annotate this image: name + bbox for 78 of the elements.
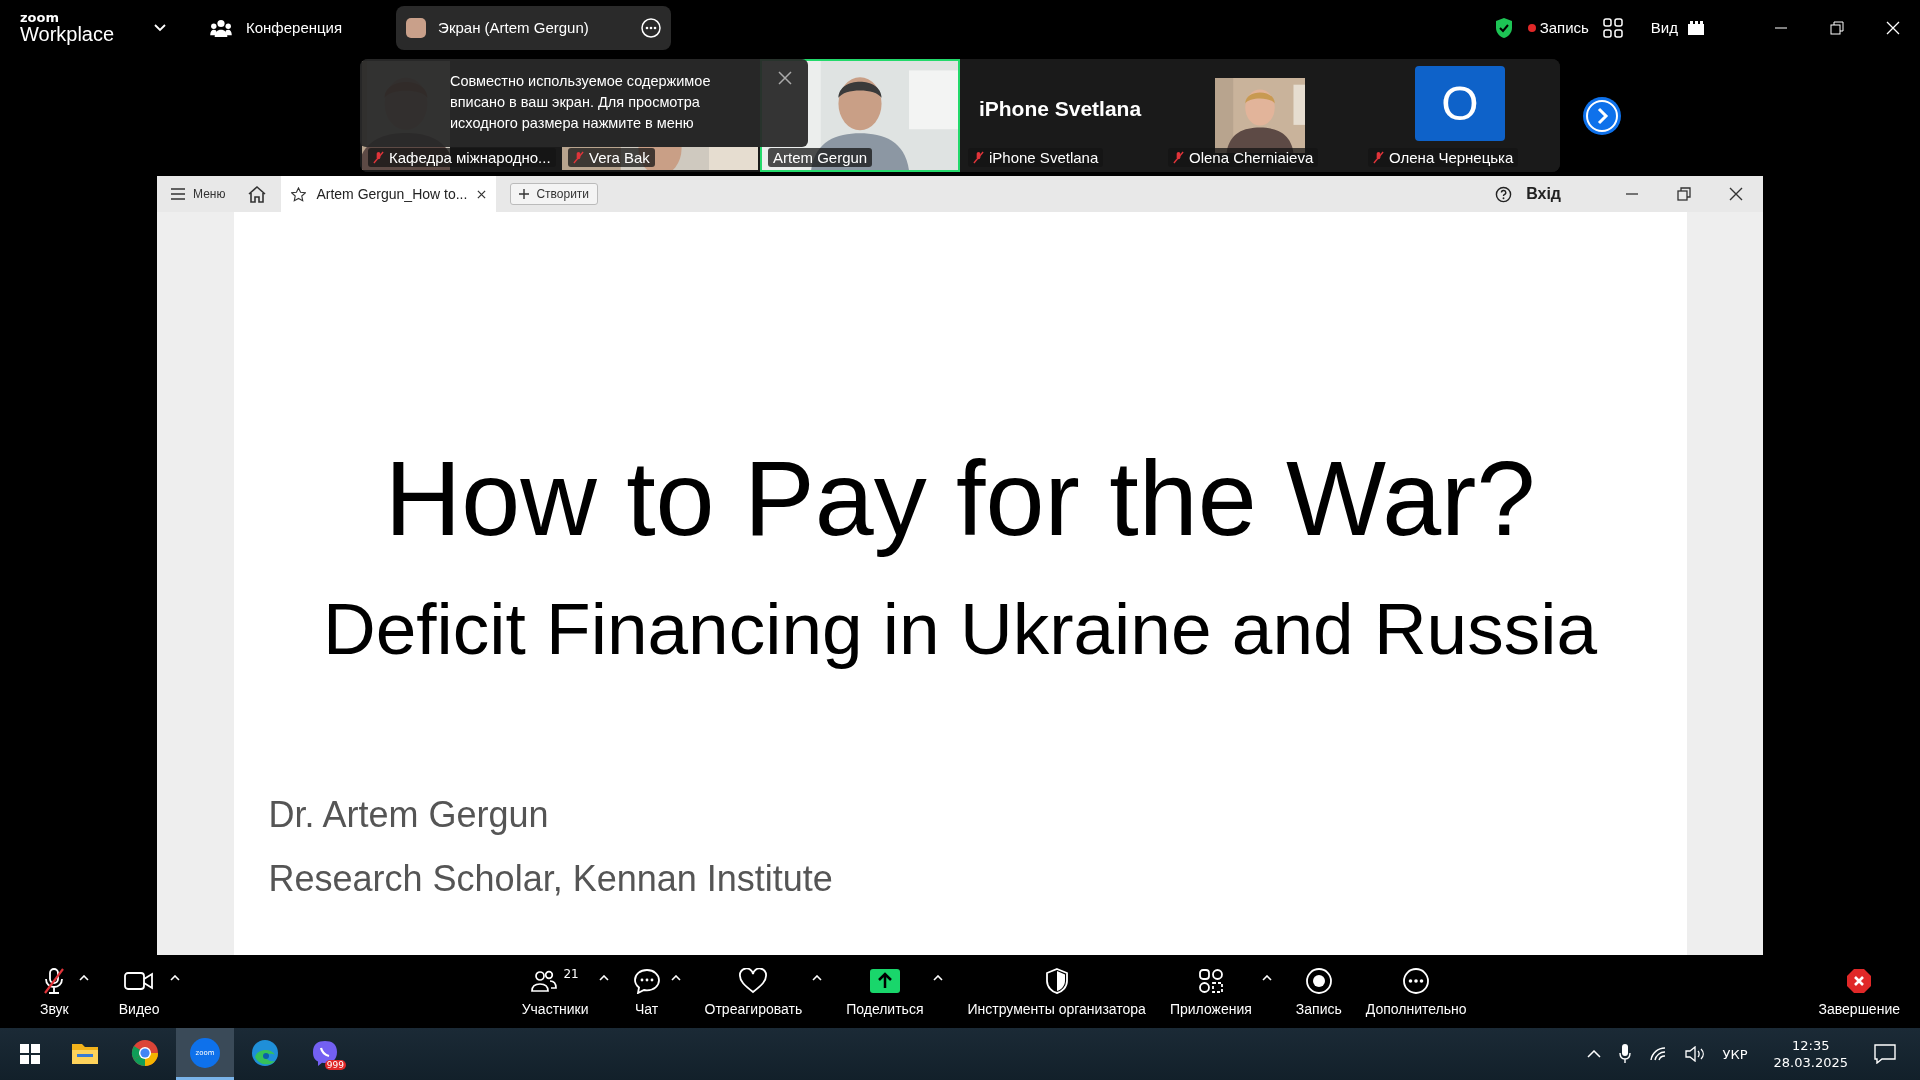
security-button[interactable]: Инструменты организатора (967, 966, 1146, 1017)
participant-name-label: iPhone Svetlana (968, 148, 1104, 167)
record-icon (1304, 966, 1333, 995)
caret-icon[interactable] (1261, 974, 1272, 981)
restore-icon[interactable] (1830, 20, 1844, 35)
apps-icon (1197, 966, 1224, 995)
restore-icon[interactable] (1677, 187, 1691, 201)
share-label: Экран (Artem Gergun) (438, 19, 589, 36)
grid-icon[interactable] (1602, 17, 1623, 38)
participant-name-display: iPhone Svetlana (978, 96, 1142, 121)
slide-title: How to Pay for the War? (384, 438, 1536, 559)
chevron-up-icon[interactable] (1586, 1050, 1601, 1058)
menu-button[interactable]: Меню (171, 187, 226, 201)
windows-start-icon[interactable] (20, 1044, 40, 1064)
menu-icon (171, 188, 185, 200)
react-button[interactable]: Отреагировать (704, 966, 803, 1017)
slide-subtitle: Deficit Financing in Ukraine and Russia (322, 586, 1597, 671)
browser-icon (131, 1038, 159, 1067)
recording-indicator[interactable]: Запись (1527, 19, 1589, 36)
caret-icon[interactable] (670, 974, 681, 981)
apps-button[interactable]: Приложения (1169, 966, 1252, 1017)
participant-name-label: Олена Чернецька (1368, 148, 1519, 167)
document-tab[interactable]: Artem Gergun_How to... (281, 176, 497, 212)
speaker-icon[interactable] (1684, 1046, 1705, 1062)
mic-button[interactable]: Звук (40, 966, 69, 1017)
share-button[interactable]: Поделиться (846, 966, 924, 1017)
film-icon (1688, 20, 1704, 35)
notification-badge: 999 (324, 1060, 346, 1070)
caret-icon[interactable] (933, 974, 944, 981)
participant-count: 21 (563, 966, 579, 981)
notification-icon[interactable] (1874, 1044, 1896, 1064)
view-button[interactable]: Вид (1650, 19, 1704, 36)
end-button[interactable]: Завершение (1818, 966, 1900, 1017)
meeting-label[interactable]: Конференция (246, 19, 343, 36)
slide-author: Dr. Artem Gergun (268, 793, 549, 836)
chevron-down-icon[interactable] (154, 23, 166, 32)
caret-icon[interactable] (812, 974, 823, 981)
wifi-icon[interactable] (1648, 1046, 1667, 1062)
more-icon[interactable] (641, 17, 662, 38)
avatar-icon (406, 17, 427, 38)
more-button[interactable]: Дополнительно (1365, 966, 1467, 1017)
chat-bubble-icon (632, 966, 661, 995)
language-indicator[interactable]: УКР (1722, 1046, 1748, 1062)
participants-button[interactable]: 21 Участники (521, 966, 589, 1017)
video-button[interactable]: Видео (118, 966, 160, 1017)
participant-name-label: Кафедра міжнародно... (368, 148, 556, 167)
zoom-logo: zoom Workplace (20, 11, 116, 44)
create-button[interactable]: Створити (510, 183, 599, 205)
participant-name-label: Artem Gergun (768, 148, 873, 167)
people-icon (210, 18, 232, 37)
login-button[interactable]: Вхід (1526, 185, 1561, 203)
microphone-icon[interactable] (1618, 1044, 1631, 1064)
caret-icon[interactable] (78, 974, 89, 981)
share-status-pill[interactable]: Экран (Artem Gergun) (396, 5, 672, 50)
help-icon[interactable] (1495, 185, 1513, 203)
star-icon[interactable] (291, 186, 307, 202)
heart-icon (738, 966, 769, 995)
record-button[interactable]: Запись (1295, 966, 1342, 1017)
notice-text: Совместно используемое содержимое вписано в ваш экран. Для просмотра исходного размера нажмите в меню (450, 72, 712, 133)
taskbar-button[interactable]: 999 (296, 1028, 354, 1080)
caret-icon[interactable] (598, 974, 609, 981)
microphone-icon (42, 966, 67, 995)
browser-icon (251, 1038, 279, 1067)
participant-name-label: Vera Bak (568, 148, 655, 167)
more-icon (1402, 966, 1431, 995)
shield-icon (1044, 966, 1069, 995)
plus-icon (519, 189, 530, 199)
clock[interactable]: 12:35 28.03.2025 (1773, 1037, 1848, 1071)
close-icon[interactable] (477, 189, 487, 199)
chat-button[interactable]: Чат (632, 966, 661, 1017)
caret-icon[interactable] (169, 974, 180, 981)
slide-affiliation: Research Scholar, Kennan Institute (268, 857, 833, 900)
close-icon[interactable] (1729, 187, 1743, 201)
close-icon (1845, 966, 1874, 995)
home-icon[interactable] (247, 185, 268, 203)
shield-check-icon[interactable] (1493, 16, 1514, 39)
participant-name-label: Olena Cherniaieva (1168, 148, 1319, 167)
participant-avatar: О (1415, 66, 1505, 141)
